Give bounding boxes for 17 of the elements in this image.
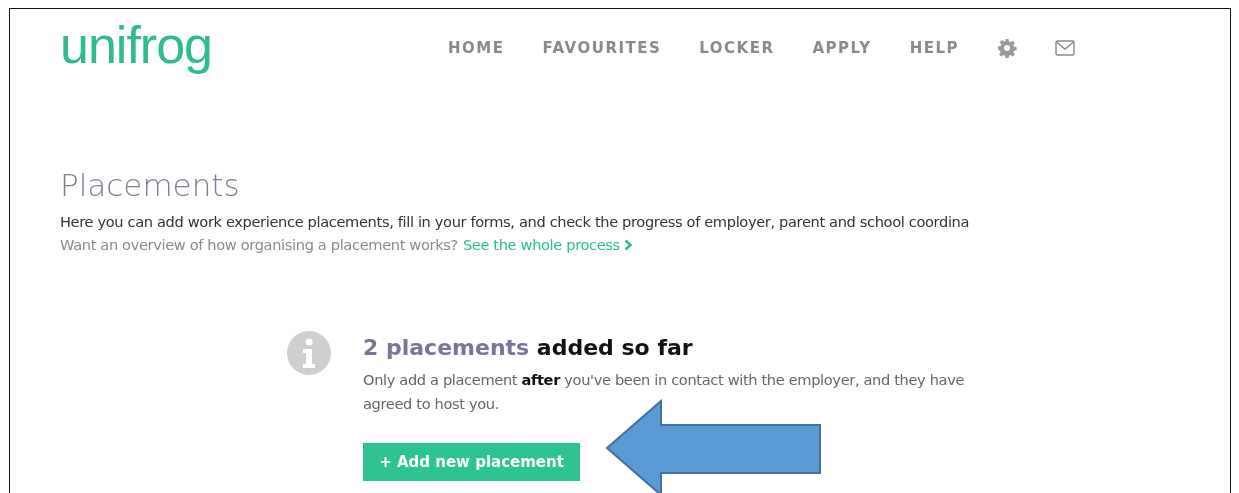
info-icon	[287, 331, 331, 375]
intro-text: Here you can add work experience placements, fill in your forms, and check the progress of employer, parent and school coordina	[60, 213, 971, 230]
note-text: Only add a placement after you've been in contact with the employer, and they have agreed to host you.	[363, 370, 966, 414]
overview-text: Want an overview of how organising a placement works?	[60, 236, 458, 253]
nav-link[interactable]: HELP	[909, 39, 960, 57]
nav-link[interactable]: LOCKER	[699, 39, 775, 57]
placements-heading: 2 placements added so far	[363, 335, 694, 360]
add-placement-button[interactable]: + Add new placement	[363, 443, 580, 481]
mail-icon[interactable]	[1055, 40, 1076, 56]
unifrog-logo[interactable]: unifrog	[60, 15, 448, 75]
process-link[interactable]: See the whole process	[462, 236, 620, 253]
page-title: Placements	[60, 167, 241, 203]
settings-icon[interactable]	[997, 38, 1018, 58]
nav-link[interactable]: APPLY	[812, 39, 872, 57]
chevron-right-icon[interactable]	[623, 238, 633, 251]
nav-link[interactable]: HOME	[448, 39, 505, 57]
nav-link[interactable]: FAVOURITES	[542, 39, 662, 57]
